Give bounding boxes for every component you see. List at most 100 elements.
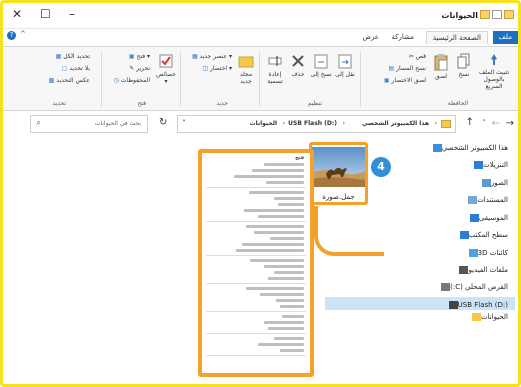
sidebar-item-8[interactable]: القرص المحلي (C:) [437, 283, 508, 291]
menu-item-placeholder[interactable] [242, 243, 304, 246]
menu-item-placeholder[interactable] [258, 215, 304, 218]
ribbon-divider [180, 51, 181, 107]
pc-icon [432, 144, 442, 152]
forward-arrow-icon[interactable]: ← [492, 118, 500, 129]
sidebar-item-9[interactable]: USB Flash (D:) [445, 301, 508, 309]
menu-item-placeholder[interactable] [282, 315, 304, 318]
refresh-icon[interactable]: ↻ [159, 117, 167, 128]
group-label-new: جديد [216, 100, 228, 107]
menu-item-placeholder[interactable] [274, 337, 304, 340]
menu-item-placeholder[interactable] [278, 203, 304, 206]
3d-icon [468, 249, 478, 257]
menu-item-placeholder[interactable] [250, 259, 304, 262]
menu-item-placeholder[interactable] [246, 225, 304, 228]
menu-item-placeholder[interactable] [264, 321, 304, 324]
tab-file[interactable]: ملف [492, 31, 518, 44]
history-button[interactable]: ◷ المحفوظات [114, 77, 150, 84]
menu-item-placeholder[interactable] [276, 299, 304, 302]
tab-home[interactable]: الصفحة الرئيسية [425, 31, 488, 44]
save-icon[interactable] [492, 10, 502, 19]
minimize-button[interactable]: – [69, 7, 75, 21]
rename-button[interactable]: إعادة تسمية [264, 53, 286, 85]
sidebar-item-7[interactable]: ملفات الفيديو [455, 266, 508, 274]
menu-item-placeholder[interactable] [270, 237, 304, 240]
delete-icon [292, 55, 304, 67]
maximize-button[interactable]: ☐ [40, 7, 51, 21]
menu-item-placeholder[interactable] [266, 181, 304, 184]
delete-button[interactable]: حذف [288, 53, 308, 78]
cut-button[interactable]: ✂ قص [409, 53, 426, 60]
new-item-button[interactable]: ▦ عنصر جديد ▾ [192, 53, 232, 60]
open-button[interactable]: ▣ فتح ▾ [129, 53, 150, 60]
breadcrumb-pc[interactable]: هذا الكمبيوتر الشخصي [362, 120, 429, 127]
address-dropdown-icon[interactable]: ˅ [182, 119, 186, 128]
paste-button[interactable]: لصق [430, 53, 452, 80]
sidebar-item-5[interactable]: سطح المكتب [456, 231, 508, 239]
edit-button[interactable]: ✎ تحرير [129, 65, 150, 72]
chevron-up-icon[interactable]: ^ [20, 30, 26, 38]
search-box[interactable]: بحث في الحيوانات ⌕ [30, 115, 148, 133]
move-to-button[interactable]: نقل إلى [334, 53, 356, 78]
menu-item-placeholder[interactable] [280, 349, 304, 352]
back-arrow-icon[interactable]: → [506, 118, 514, 129]
properties-button[interactable]: خصائص ▾ [154, 53, 178, 85]
desktop-icon [459, 231, 469, 239]
sidebar-item-4[interactable]: الموسيقى [466, 214, 508, 222]
copy-path-button[interactable]: ▤ نسخ المسار [389, 65, 426, 72]
sidebar-item-1[interactable]: التنزيلات [470, 161, 508, 169]
pin-quick-access-button[interactable]: تثبيت الملف بالوصول السريع [476, 53, 512, 90]
menu-item-placeholder[interactable] [268, 277, 304, 280]
up-arrow-icon[interactable]: ↑ [466, 117, 474, 128]
edit-icon: ✎ [129, 65, 135, 72]
copy-button[interactable]: نسخ [454, 53, 474, 78]
menu-item-placeholder[interactable] [268, 327, 304, 330]
menu-item-placeholder[interactable] [260, 293, 304, 296]
menu-item-placeholder[interactable] [244, 209, 304, 212]
menu-item-placeholder[interactable] [264, 265, 304, 268]
close-button[interactable]: ✕ [12, 7, 22, 21]
copy-to-button[interactable]: نسخ إلى [310, 53, 332, 78]
help-icon[interactable]: ? [7, 31, 16, 40]
breadcrumb-usb[interactable]: USB Flash (D:) [288, 120, 337, 127]
menu-item-placeholder[interactable] [274, 271, 304, 274]
menu-item-placeholder[interactable] [254, 231, 304, 234]
invert-selection-button[interactable]: ▩ عكس التحديد [49, 77, 90, 84]
menu-item-placeholder[interactable] [252, 169, 304, 172]
easy-access-button[interactable]: ◫ اختصار ▾ [202, 65, 232, 72]
menu-item-placeholder[interactable] [246, 287, 304, 290]
menu-item-placeholder[interactable] [236, 249, 304, 252]
copy-to-icon [314, 54, 328, 69]
menu-item-placeholder[interactable] [264, 163, 304, 166]
breadcrumb-sep-icon: › [282, 120, 285, 127]
paste-shortcut-button[interactable]: ▣ لصق الاختصار [384, 77, 426, 84]
ribbon-divider [360, 51, 361, 107]
select-all-button[interactable]: ▦ تحديد الكل [56, 53, 90, 60]
sidebar-item-10[interactable]: الحيوانات [468, 313, 508, 321]
menu-item-placeholder[interactable] [280, 305, 304, 308]
select-none-button[interactable]: ▢ بلا تحديد [62, 65, 90, 72]
address-folder-icon [441, 120, 451, 128]
file-item-camel[interactable]: جمل.صورة [309, 142, 368, 205]
callout-connector [314, 206, 384, 256]
folder-icon [472, 313, 482, 321]
tab-share[interactable]: مشاركة [385, 31, 420, 44]
recent-chevron-icon[interactable]: ˅ [483, 119, 487, 127]
address-bar[interactable]: › هذا الكمبيوتر الشخصي › USB Flash (D:) … [177, 115, 456, 133]
breadcrumb-folder[interactable]: الحيوانات [250, 120, 277, 127]
search-icon[interactable]: ⌕ [36, 118, 41, 128]
quick-folder-icon[interactable] [480, 10, 490, 19]
tab-view[interactable]: عرض [356, 31, 385, 44]
sidebar-item-3[interactable]: المستندات [464, 196, 508, 204]
sidebar-item-6[interactable]: كائنات 3D [465, 249, 508, 257]
menu-item-placeholder[interactable] [249, 191, 304, 194]
menu-item-open[interactable]: فتح [208, 156, 304, 161]
menu-item-placeholder[interactable] [274, 197, 304, 200]
menu-item-placeholder[interactable] [258, 343, 304, 346]
new-folder-button[interactable]: مجلد جديد [236, 53, 256, 85]
new-item-icon: ▦ [191, 53, 198, 60]
menu-item-placeholder[interactable] [234, 175, 304, 178]
sidebar-item-2[interactable]: الصور [478, 179, 508, 187]
sidebar-item-0[interactable]: هذا الكمبيوتر الشخصي [429, 144, 508, 152]
callout-number-badge: 4 [371, 157, 391, 177]
path-icon: ▤ [388, 65, 395, 72]
